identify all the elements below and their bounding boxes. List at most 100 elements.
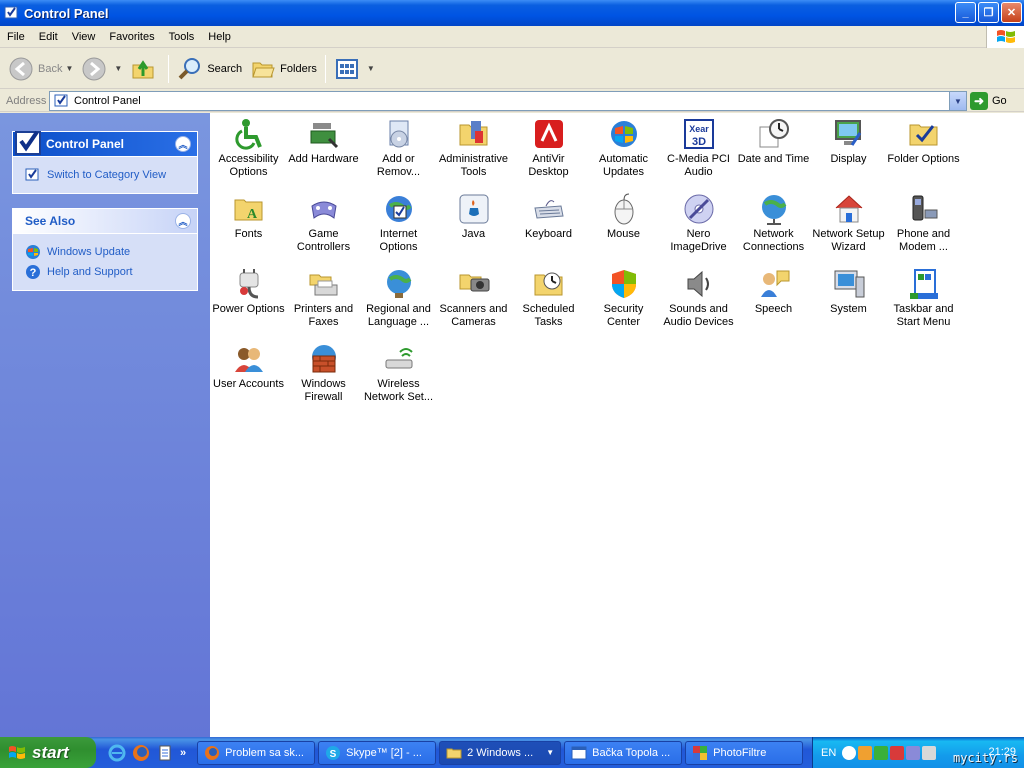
chevron-down-icon[interactable]: ▼ xyxy=(114,64,122,73)
add-hardware-icon xyxy=(310,123,338,149)
search-button[interactable]: Search xyxy=(173,52,246,86)
wireless-network-setup-item[interactable]: Wireless Network Set... xyxy=(361,340,436,412)
item-label: AntiVir Desktop xyxy=(528,153,569,178)
address-input[interactable]: Control Panel ▼ xyxy=(49,91,967,111)
item-label: Display xyxy=(830,153,867,165)
security-center-item[interactable]: Security Center xyxy=(586,265,661,337)
title-bar[interactable]: Control Panel _ ❐ ✕ xyxy=(0,0,1024,26)
close-button[interactable]: ✕ xyxy=(1001,2,1022,23)
menu-view[interactable]: View xyxy=(65,31,103,43)
keyboard-item[interactable]: Keyboard xyxy=(511,190,586,262)
date-and-time-item[interactable]: Date and Time xyxy=(736,115,811,187)
help-and-support-link[interactable]: ? Help and Support xyxy=(25,262,185,282)
speech-item[interactable]: Speech xyxy=(736,265,811,337)
tray-arrow-icon[interactable] xyxy=(842,745,857,760)
window-title: Control Panel xyxy=(24,5,109,21)
switch-to-category-view-label: Switch to Category View xyxy=(47,169,167,181)
task-label: 2 Windows ... xyxy=(467,746,534,759)
fonts-item[interactable]: A Fonts xyxy=(211,190,286,262)
fonts-folder-icon: A xyxy=(234,199,262,222)
views-button[interactable]: ▼ xyxy=(330,52,379,86)
internet-explorer-icon[interactable] xyxy=(108,744,126,762)
collapse-icon[interactable]: ︽ xyxy=(175,136,191,152)
tray-app-icon[interactable] xyxy=(890,745,905,760)
menu-tools[interactable]: Tools xyxy=(162,31,202,43)
folders-icon xyxy=(252,62,275,77)
notepad-icon[interactable] xyxy=(156,744,174,762)
power-options-item[interactable]: Power Options xyxy=(211,265,286,337)
item-label: Taskbar and Start Menu xyxy=(893,303,954,328)
antivir-desktop-item[interactable]: AntiVir Desktop xyxy=(511,115,586,187)
task-skype[interactable]: S Skype™ [2] - ... xyxy=(318,740,437,765)
menu-file[interactable]: File xyxy=(0,31,32,43)
display-item[interactable]: Display xyxy=(811,115,886,187)
chevron-down-icon[interactable]: ▼ xyxy=(367,64,375,73)
mouse-item[interactable]: Mouse xyxy=(586,190,661,262)
windows-firewall-item[interactable]: Windows Firewall xyxy=(286,340,361,412)
network-connections-item[interactable]: Network Connections xyxy=(736,190,811,262)
folders-button[interactable]: Folders xyxy=(246,52,321,86)
game-controllers-item[interactable]: Game Controllers xyxy=(286,190,361,262)
menu-help[interactable]: Help xyxy=(201,31,238,43)
network-globe-icon xyxy=(761,195,786,225)
up-folder-button[interactable] xyxy=(126,52,164,86)
network-setup-wizard-item[interactable]: Network Setup Wizard xyxy=(811,190,886,262)
phone-and-modem-item[interactable]: Phone and Modem ... xyxy=(886,190,961,262)
user-accounts-item[interactable]: User Accounts xyxy=(211,340,286,412)
go-label: Go xyxy=(992,95,1007,107)
collapse-icon[interactable]: ︽ xyxy=(175,213,191,229)
go-button[interactable]: ➜ Go xyxy=(970,91,1007,111)
address-dropdown-icon[interactable]: ▼ xyxy=(949,92,966,110)
sounds-and-audio-devices-item[interactable]: Sounds and Audio Devices xyxy=(661,265,736,337)
tray-app-icon[interactable] xyxy=(922,745,937,760)
maximize-button[interactable]: ❐ xyxy=(978,2,999,23)
java-item[interactable]: Java xyxy=(436,190,511,262)
c-media-pci-audio-item[interactable]: Xear 3D C-Media PCI Audio xyxy=(661,115,736,187)
item-label: Mouse xyxy=(606,228,641,240)
accessibility-options-item[interactable]: Accessibility Options xyxy=(211,115,286,187)
tray-app-icon[interactable] xyxy=(858,745,873,760)
system-item[interactable]: System xyxy=(811,265,886,337)
back-button[interactable]: Back ▼ xyxy=(4,52,77,86)
quick-launch-more[interactable]: » xyxy=(180,747,186,759)
tray-app-icon[interactable] xyxy=(906,745,921,760)
task-firefox[interactable]: Problem sa sk... xyxy=(197,740,316,765)
task-windows-group[interactable]: 2 Windows ... ▼ xyxy=(439,740,562,765)
add-remove-programs-icon xyxy=(389,120,408,148)
menu-edit[interactable]: Edit xyxy=(32,31,65,43)
item-label: Date and Time xyxy=(737,153,810,165)
control-panel-panel-header[interactable]: Control Panel ︽ xyxy=(13,130,197,157)
scheduled-tasks-item[interactable]: Scheduled Tasks xyxy=(511,265,586,337)
windows-update-link[interactable]: Windows Update xyxy=(25,242,185,262)
item-label: Fonts xyxy=(234,228,263,240)
chevron-down-icon[interactable]: ▼ xyxy=(65,64,73,73)
administrative-tools-item[interactable]: Administrative Tools xyxy=(436,115,511,187)
help-and-support-label: Help and Support xyxy=(47,266,133,278)
menu-favorites[interactable]: Favorites xyxy=(102,31,161,43)
scanners-and-cameras-item[interactable]: Scanners and Cameras xyxy=(436,265,511,337)
firefox-icon[interactable] xyxy=(132,744,150,762)
forward-button[interactable]: ▼ xyxy=(77,52,126,86)
item-label: Keyboard xyxy=(524,228,573,240)
add-or-remove-programs-item[interactable]: Add or Remov... xyxy=(361,115,436,187)
display-icon xyxy=(834,120,861,146)
regional-and-language-item[interactable]: Regional and Language ... xyxy=(361,265,436,337)
skype-icon: S xyxy=(326,745,341,760)
minimize-button[interactable]: _ xyxy=(955,2,976,23)
nero-imagedrive-item[interactable]: Nero ImageDrive xyxy=(661,190,736,262)
task-photofiltre[interactable]: PhotoFiltre xyxy=(685,740,804,765)
automatic-updates-item[interactable]: Automatic Updates xyxy=(586,115,661,187)
tray-app-icon[interactable] xyxy=(874,745,889,760)
language-indicator[interactable]: EN xyxy=(821,747,836,759)
switch-to-category-view-link[interactable]: Switch to Category View xyxy=(25,165,185,185)
start-button[interactable]: start xyxy=(0,737,96,768)
add-hardware-item[interactable]: Add Hardware xyxy=(286,115,361,187)
printers-and-faxes-item[interactable]: Printers and Faxes xyxy=(286,265,361,337)
task-backa-topola[interactable]: Bačka Topola ... xyxy=(564,740,683,765)
folder-options-item[interactable]: Folder Options xyxy=(886,115,961,187)
internet-options-item[interactable]: Internet Options xyxy=(361,190,436,262)
see-also-header[interactable]: See Also ︽ xyxy=(13,209,197,234)
taskbar-and-start-menu-item[interactable]: Taskbar and Start Menu xyxy=(886,265,961,337)
item-label: Accessibility Options xyxy=(218,153,279,178)
task-label: PhotoFiltre xyxy=(713,746,767,759)
